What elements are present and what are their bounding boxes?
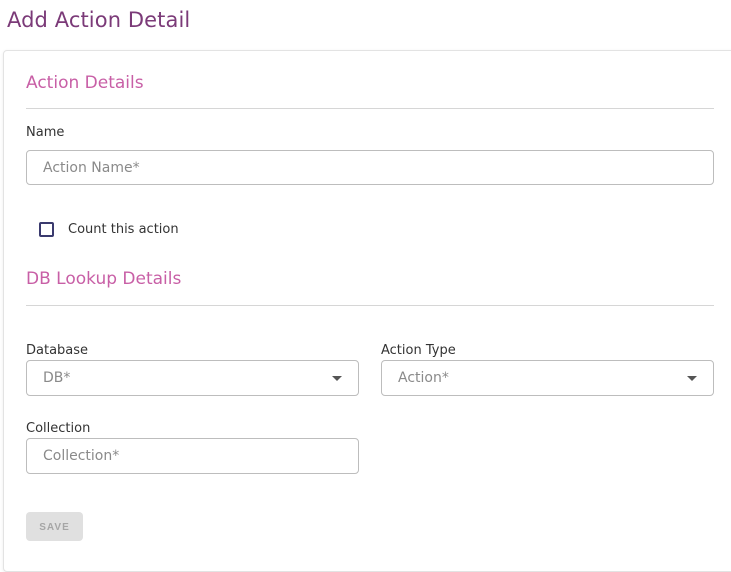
- collection-input[interactable]: [26, 438, 359, 474]
- save-button[interactable]: SAVE: [26, 512, 83, 541]
- section-divider: [26, 305, 714, 306]
- count-action-label[interactable]: Count this action: [68, 221, 179, 238]
- action-name-input[interactable]: [26, 150, 714, 185]
- caret-down-icon: [332, 376, 342, 381]
- section-title-db-lookup: DB Lookup Details: [26, 269, 182, 289]
- database-select[interactable]: DB*: [26, 360, 359, 396]
- section-divider: [26, 108, 714, 109]
- action-type-select[interactable]: Action*: [381, 360, 714, 396]
- database-select-value: DB*: [43, 370, 71, 386]
- page-title: Add Action Detail: [7, 8, 191, 32]
- action-type-label: Action Type: [381, 343, 456, 358]
- caret-down-icon: [687, 376, 697, 381]
- database-label: Database: [26, 343, 89, 358]
- form-card: [3, 50, 731, 572]
- count-action-checkbox[interactable]: [39, 222, 54, 237]
- name-label: Name: [26, 125, 65, 140]
- section-title-action-details: Action Details: [26, 73, 144, 93]
- action-type-select-value: Action*: [398, 370, 449, 386]
- collection-label: Collection: [26, 421, 91, 436]
